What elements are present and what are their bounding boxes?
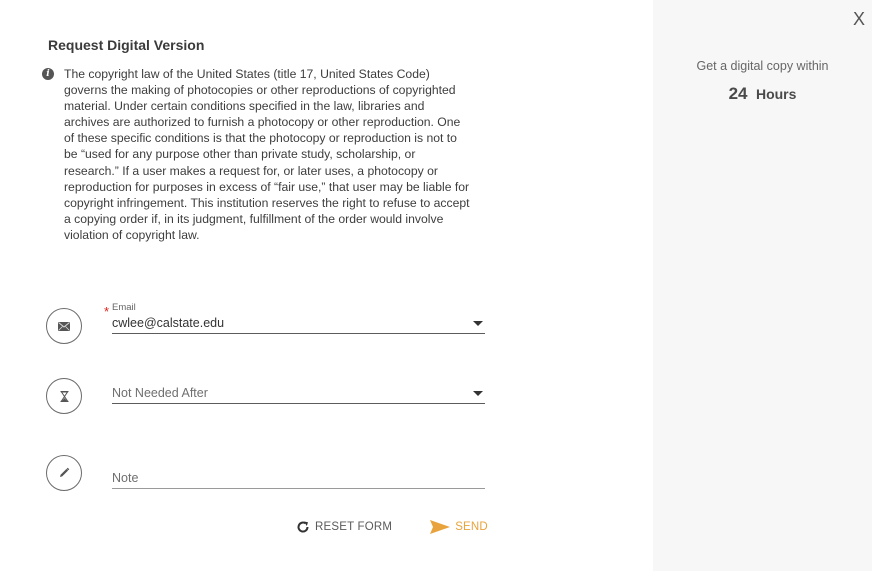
not-needed-after-row: Not Needed After [46, 376, 486, 416]
required-marker: * [104, 304, 110, 319]
dialog-title: Request Digital Version [48, 37, 205, 53]
promo-unit: Hours [755, 86, 797, 102]
email-field[interactable]: Email cwlee@calstate.edu [112, 302, 485, 334]
email-label: Email [112, 302, 136, 313]
note-field[interactable]: Note [112, 471, 485, 489]
side-panel: X Get a digital copy within 24 Hours [653, 0, 872, 571]
pencil-icon [46, 455, 82, 491]
reset-form-label: RESET FORM [315, 521, 393, 533]
not-needed-after-placeholder: Not Needed After [112, 386, 208, 400]
not-needed-after-field[interactable]: Not Needed After [112, 386, 485, 404]
hourglass-icon [46, 378, 82, 414]
chevron-down-icon[interactable] [473, 391, 483, 396]
email-row: * Email cwlee@calstate.edu [46, 302, 486, 344]
note-row: Note [46, 455, 486, 495]
promo-text: Get a digital copy within [696, 59, 829, 73]
copyright-notice-text: The copyright law of the United States (… [64, 67, 470, 242]
promo-number: 24 [728, 84, 748, 103]
note-placeholder: Note [112, 471, 139, 485]
form-actions: RESET FORM SEND [296, 520, 488, 534]
copyright-notice: i The copyright law of the United States… [42, 66, 472, 243]
reset-form-button[interactable]: RESET FORM [296, 520, 392, 534]
request-form-panel: Request Digital Version i The copyright … [0, 0, 653, 577]
send-label: SEND [455, 521, 488, 533]
refresh-icon [297, 521, 309, 533]
close-button[interactable]: X [853, 10, 865, 28]
chevron-down-icon[interactable] [473, 321, 483, 326]
promo-value: 24 Hours [653, 84, 872, 104]
send-button[interactable]: SEND [430, 520, 488, 534]
info-icon: i [42, 68, 54, 80]
email-value: cwlee@calstate.edu [112, 316, 225, 330]
send-icon [430, 520, 451, 534]
envelope-icon [46, 308, 82, 344]
